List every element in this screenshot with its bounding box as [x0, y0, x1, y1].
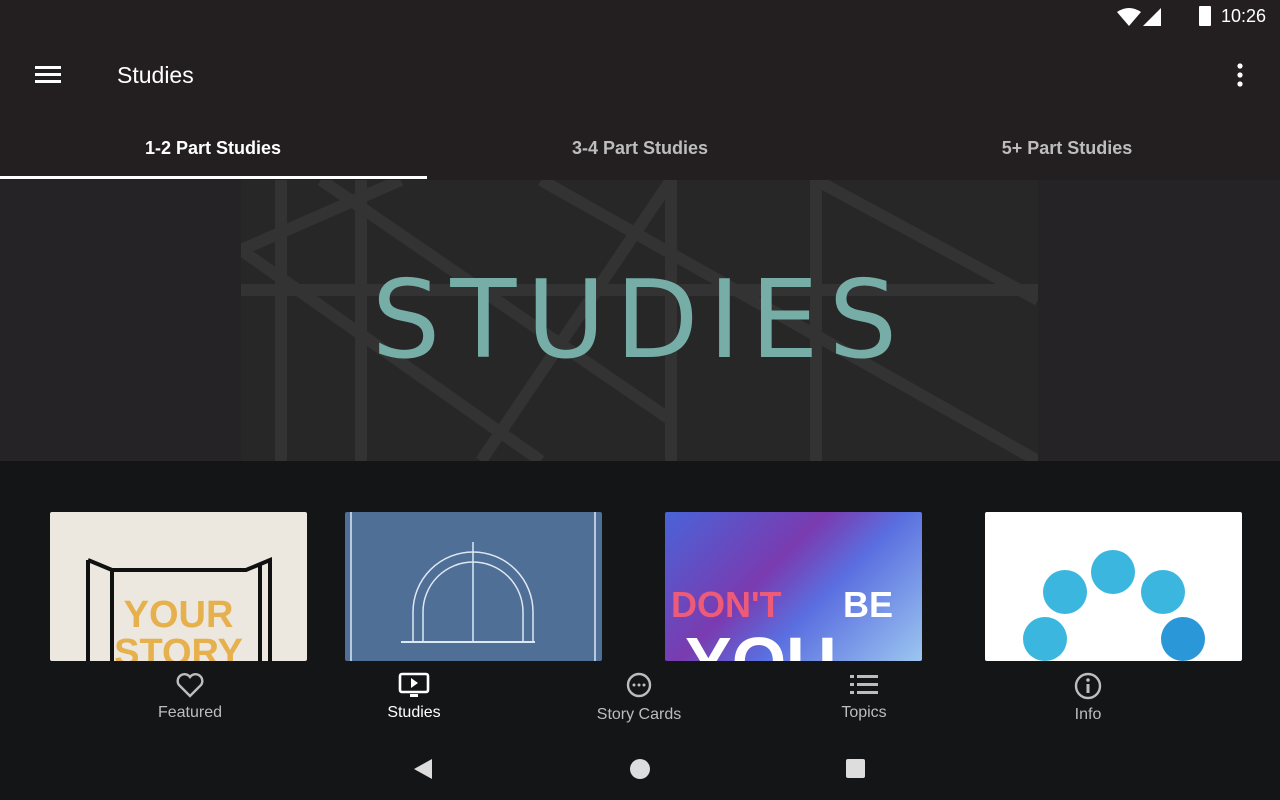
list-icon — [850, 675, 878, 694]
card-title: YOUR STORY — [114, 594, 243, 661]
nav-label: Topics — [841, 704, 887, 721]
status-time: 10:26 — [1220, 6, 1266, 26]
nav-label: Info — [1074, 706, 1102, 723]
video-icon — [398, 672, 430, 697]
home-icon[interactable] — [630, 759, 650, 779]
study-card-blueprint[interactable] — [345, 512, 602, 661]
card-title: DON'T — [671, 584, 782, 625]
tab-3-4-part-studies[interactable]: 3-4 Part Studies — [427, 138, 853, 159]
tab-indicator — [0, 176, 427, 179]
study-card-your-story[interactable]: YOUR STORY — [50, 512, 307, 661]
banner-title: STUDIES — [371, 258, 908, 383]
menu-icon[interactable] — [35, 65, 61, 90]
card-title: BE — [843, 584, 894, 625]
heart-icon — [176, 673, 204, 698]
nav-featured[interactable]: Featured — [110, 672, 270, 722]
nav-topics[interactable]: Topics — [784, 672, 944, 722]
recents-icon[interactable] — [846, 759, 865, 778]
wifi-icon — [1117, 8, 1141, 31]
nav-story-cards[interactable]: Story Cards — [559, 672, 719, 724]
nav-label: Story Cards — [596, 706, 682, 723]
nav-label: Studies — [387, 704, 441, 721]
signal-icon — [1143, 8, 1161, 31]
nav-info[interactable]: Info — [1008, 672, 1168, 724]
card-title: YOU — [685, 622, 837, 661]
info-icon — [1074, 672, 1102, 700]
study-card-dots[interactable] — [985, 512, 1242, 661]
tab-5-plus-part-studies[interactable]: 5+ Part Studies — [854, 138, 1280, 159]
page-title: Studies — [117, 62, 194, 88]
chat-icon — [626, 672, 652, 698]
battery-icon — [1199, 6, 1211, 26]
nav-studies[interactable]: Studies — [334, 672, 494, 722]
back-icon[interactable] — [413, 758, 433, 785]
study-card-dont-be-you[interactable]: DON'T BE YOU — [665, 512, 922, 661]
more-options-icon[interactable] — [1230, 63, 1250, 92]
nav-label: Featured — [157, 704, 223, 721]
tab-1-2-part-studies[interactable]: 1-2 Part Studies — [0, 138, 426, 159]
